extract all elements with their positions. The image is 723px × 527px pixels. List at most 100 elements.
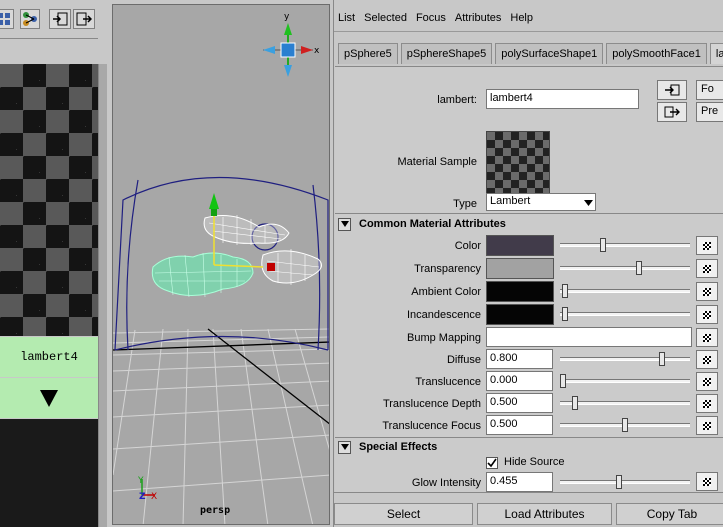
incandescence-swatch[interactable] xyxy=(486,304,554,325)
perspective-viewport[interactable]: y x Y Z X persp xyxy=(112,4,330,525)
input-connections-icon[interactable] xyxy=(49,9,71,29)
slider-knob[interactable] xyxy=(560,374,566,388)
diffuse-field[interactable]: 0.800 xyxy=(486,349,553,369)
graph-network-icon[interactable] xyxy=(20,9,40,29)
checker-map-icon xyxy=(703,355,711,364)
slider-track xyxy=(560,379,690,383)
diffuse-map-button[interactable] xyxy=(696,350,718,369)
svg-text:Z: Z xyxy=(139,492,146,502)
output-connections-icon[interactable] xyxy=(657,102,687,122)
glow-intensity-label: Glow Intensity xyxy=(411,477,481,489)
checker-map-icon xyxy=(703,333,711,342)
translucence-map-button[interactable] xyxy=(696,372,718,391)
section-special-effects[interactable]: Special Effects xyxy=(338,438,437,456)
slider-track xyxy=(560,312,690,316)
slider-track xyxy=(560,289,690,293)
menu-attributes[interactable]: Attributes xyxy=(455,12,501,28)
color-map-button[interactable] xyxy=(696,236,718,255)
type-label: Type xyxy=(453,198,477,210)
menu-focus[interactable]: Focus xyxy=(416,12,446,28)
translucence-focus-map-button[interactable] xyxy=(696,416,718,435)
slider-knob[interactable] xyxy=(600,238,606,252)
map-button[interactable] xyxy=(696,472,718,491)
node-tabs: pSphere5 pSphereShape5 polySurfaceShape1… xyxy=(338,43,723,64)
divider xyxy=(0,38,98,39)
translucence-focus-field[interactable]: 0.500 xyxy=(486,415,553,435)
menu-list[interactable]: List xyxy=(338,12,355,28)
transparency-map-button[interactable] xyxy=(696,259,718,278)
load-attributes-button[interactable]: Load Attributes xyxy=(477,503,612,525)
incandescence-label: Incandescence xyxy=(407,309,481,321)
slider-knob[interactable] xyxy=(622,418,628,432)
attribute-scroll-area[interactable]: lambert: lambert4 Fo Pre Material Sample… xyxy=(335,66,723,492)
color-slider[interactable] xyxy=(560,238,690,252)
incandescence-slider[interactable] xyxy=(560,307,690,321)
ambient-color-map-button[interactable] xyxy=(696,282,718,301)
select-button[interactable]: Select xyxy=(334,503,473,525)
tab-lambert[interactable]: lamber xyxy=(709,43,723,64)
slider-knob[interactable] xyxy=(562,307,568,321)
svg-text:x: x xyxy=(314,46,320,56)
section-common-material[interactable]: Common Material Attributes xyxy=(338,215,506,233)
focus-button[interactable]: Fo xyxy=(696,80,723,100)
ambient-color-label: Ambient Color xyxy=(411,286,481,298)
incandescence-map-button[interactable] xyxy=(696,305,718,324)
diffuse-slider[interactable] xyxy=(560,352,690,366)
translucence-depth-map-button[interactable] xyxy=(696,394,718,413)
presets-button[interactable]: Pre xyxy=(696,102,723,122)
checker-map-icon xyxy=(703,477,711,486)
tab-polysmoothface1[interactable]: polySmoothFace1 xyxy=(606,43,707,64)
menu-selected[interactable]: Selected xyxy=(364,12,407,28)
section-common-title: Common Material Attributes xyxy=(359,218,506,230)
transparency-slider[interactable] xyxy=(560,261,690,275)
translucence-depth-label: Translucence Depth xyxy=(382,398,481,410)
slider-knob[interactable] xyxy=(616,475,622,489)
divider xyxy=(334,492,723,493)
material-swatch[interactable] xyxy=(0,64,98,336)
translucence-slider[interactable] xyxy=(560,374,690,388)
translucence-depth-field[interactable]: 0.500 xyxy=(486,393,553,413)
menu-help[interactable]: Help xyxy=(510,12,533,28)
tab-polysurfaceshape1[interactable]: polySurfaceShape1 xyxy=(495,43,604,64)
name-field[interactable]: lambert4 xyxy=(486,89,639,109)
node-label[interactable]: lambert4 xyxy=(0,337,98,377)
section-special-title: Special Effects xyxy=(359,441,438,453)
translucence-depth-slider[interactable] xyxy=(560,396,690,410)
transparency-swatch[interactable] xyxy=(486,258,554,279)
ambient-color-slider[interactable] xyxy=(560,284,690,298)
chevron-down-icon xyxy=(584,197,593,209)
output-connections-icon[interactable] xyxy=(73,9,95,29)
hide-source-checkbox[interactable] xyxy=(486,457,498,469)
slider-track xyxy=(560,401,690,405)
ambient-color-swatch[interactable] xyxy=(486,281,554,302)
slider-knob[interactable] xyxy=(636,261,642,275)
material-sample-swatch xyxy=(486,131,550,195)
hypershade-panel: lambert4 xyxy=(0,0,107,527)
slider-knob[interactable] xyxy=(572,396,578,410)
glow-intensity-slider[interactable] xyxy=(560,475,690,489)
copy-tab-button[interactable]: Copy Tab xyxy=(616,503,723,525)
svg-text:Y: Y xyxy=(137,476,144,486)
expand-arrow-icon[interactable] xyxy=(0,378,98,418)
scrollbar[interactable] xyxy=(98,64,107,527)
tab-psphere5[interactable]: pSphere5 xyxy=(338,43,398,64)
grid-icon[interactable] xyxy=(0,9,14,29)
type-dropdown[interactable]: Lambert xyxy=(486,193,596,211)
input-connections-icon[interactable] xyxy=(657,80,687,100)
checker-map-icon xyxy=(703,264,711,273)
collapse-icon[interactable] xyxy=(338,217,351,231)
bump-mapping-label: Bump Mapping xyxy=(407,332,481,344)
slider-knob[interactable] xyxy=(562,284,568,298)
tab-psphereshape5[interactable]: pSphereShape5 xyxy=(400,43,493,64)
hide-source-label: Hide Source xyxy=(504,456,565,468)
translucence-field[interactable]: 0.000 xyxy=(486,371,553,391)
translucence-focus-slider[interactable] xyxy=(560,418,690,432)
color-swatch[interactable] xyxy=(486,235,554,256)
bump-mapping-map-button[interactable] xyxy=(696,328,718,347)
slider-knob[interactable] xyxy=(659,352,665,366)
glow-intensity-field[interactable]: 0.455 xyxy=(486,472,553,492)
name-label: lambert: xyxy=(437,94,477,106)
bump-mapping-field[interactable] xyxy=(486,327,692,347)
collapse-icon[interactable] xyxy=(338,440,351,454)
svg-text:y: y xyxy=(284,12,290,22)
